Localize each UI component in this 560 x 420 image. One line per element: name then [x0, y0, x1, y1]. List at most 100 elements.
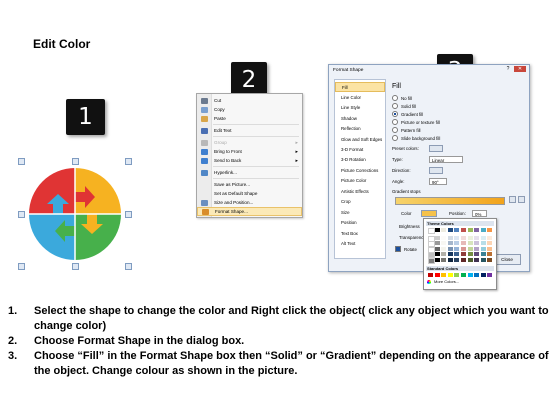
nav-reflection[interactable]: Reflection	[335, 124, 385, 134]
resize-handle[interactable]	[125, 158, 132, 165]
nav-fill[interactable]: Fill	[335, 82, 385, 93]
color-swatch[interactable]	[447, 257, 453, 262]
color-swatch[interactable]	[434, 235, 440, 240]
standard-color-swatch[interactable]	[441, 273, 447, 277]
menu-item-paste[interactable]: Paste	[197, 114, 302, 123]
color-swatch[interactable]	[447, 252, 453, 256]
selected-shape[interactable]	[18, 158, 132, 270]
color-swatch[interactable]	[480, 257, 486, 262]
menu-item-edit-text[interactable]: Edit Text	[197, 126, 302, 135]
menu-item-copy[interactable]: Copy	[197, 105, 302, 114]
color-swatch[interactable]	[441, 228, 447, 232]
color-swatch[interactable]	[434, 246, 440, 251]
color-swatch[interactable]	[487, 252, 493, 256]
color-swatch[interactable]	[434, 228, 440, 232]
nav-glow[interactable]: Glow and Soft Edges	[335, 135, 385, 145]
color-swatch[interactable]	[474, 228, 480, 232]
menu-item-hyperlink[interactable]: Hyperlink...	[197, 168, 302, 177]
puzzle-circle-graphic[interactable]	[20, 160, 130, 268]
color-swatch[interactable]	[474, 257, 480, 262]
type-select[interactable]: Linear	[429, 156, 463, 163]
color-swatch[interactable]	[480, 235, 486, 240]
menu-item-send-to-back[interactable]: Send to Back ▸	[197, 156, 302, 165]
color-swatch[interactable]	[474, 246, 480, 251]
nav-size[interactable]: Size	[335, 208, 385, 218]
color-swatch[interactable]	[441, 252, 447, 256]
color-swatch[interactable]	[447, 246, 453, 251]
standard-color-swatch[interactable]	[428, 273, 433, 277]
no-fill-option[interactable]: No fill	[392, 95, 412, 101]
resize-handle[interactable]	[72, 263, 79, 270]
standard-color-swatch[interactable]	[447, 273, 453, 277]
color-swatch[interactable]	[467, 252, 473, 256]
resize-handle[interactable]	[125, 263, 132, 270]
color-swatch[interactable]	[461, 235, 466, 240]
resize-handle[interactable]	[18, 263, 25, 270]
nav-line-style[interactable]: Line Style	[335, 103, 385, 113]
color-swatch[interactable]	[474, 241, 480, 245]
color-swatch[interactable]	[434, 241, 440, 245]
standard-color-swatch[interactable]	[480, 273, 486, 277]
menu-item-format-shape[interactable]: Format Shape...	[197, 207, 302, 216]
color-swatch[interactable]	[487, 241, 493, 245]
color-swatch[interactable]	[461, 241, 466, 245]
color-swatch[interactable]	[467, 246, 473, 251]
color-swatch[interactable]	[454, 252, 460, 256]
help-button[interactable]: ?	[504, 66, 512, 72]
color-swatch[interactable]	[467, 228, 473, 232]
standard-color-swatch[interactable]	[454, 273, 460, 277]
color-swatch[interactable]	[454, 235, 460, 240]
nav-alt-text[interactable]: Alt Text	[335, 239, 385, 249]
color-swatch[interactable]	[434, 252, 440, 256]
color-swatch[interactable]	[467, 241, 473, 245]
nav-line-color[interactable]: Line Color	[335, 93, 385, 103]
gradient-fill-option[interactable]: Gradient fill	[392, 111, 423, 117]
menu-item-bring-to-front[interactable]: Bring to Front ▸	[197, 147, 302, 156]
position-input[interactable]: 0%	[472, 210, 487, 217]
color-swatch[interactable]	[461, 246, 466, 251]
resize-handle[interactable]	[18, 158, 25, 165]
color-swatch[interactable]	[454, 257, 460, 262]
color-swatch[interactable]	[474, 235, 480, 240]
color-swatch[interactable]	[434, 257, 440, 262]
color-picker-button[interactable]	[421, 210, 437, 217]
more-colors-link[interactable]: More Colors...	[434, 279, 459, 284]
direction-button[interactable]	[429, 167, 443, 174]
resize-handle[interactable]	[125, 211, 132, 218]
color-swatch[interactable]	[447, 235, 453, 240]
color-swatch[interactable]	[480, 241, 486, 245]
color-swatch[interactable]	[447, 241, 453, 245]
remove-stop-button[interactable]	[518, 196, 525, 203]
menu-item-cut[interactable]: Cut	[197, 96, 302, 105]
solid-fill-option[interactable]: Solid fill	[392, 103, 416, 109]
close-button[interactable]: Close	[493, 254, 521, 265]
color-swatch[interactable]	[467, 235, 473, 240]
standard-color-swatch[interactable]	[467, 273, 473, 277]
color-swatch[interactable]	[461, 228, 466, 232]
color-swatch[interactable]	[441, 235, 447, 240]
color-swatch[interactable]	[461, 252, 466, 256]
menu-item-size-and-position[interactable]: Size and Position...	[197, 198, 302, 207]
nav-crop[interactable]: Crop	[335, 197, 385, 207]
color-swatch[interactable]	[454, 246, 460, 251]
angle-input[interactable]: 90°	[429, 178, 447, 185]
standard-color-swatch[interactable]	[474, 273, 480, 277]
picture-fill-option[interactable]: Picture or texture fill	[392, 119, 440, 125]
color-swatch[interactable]	[480, 228, 486, 232]
color-swatch[interactable]	[487, 257, 493, 262]
nav-shadow[interactable]: Shadow	[335, 114, 385, 124]
preset-colors-button[interactable]	[429, 145, 443, 152]
slide-background-fill-option[interactable]: Slide background fill	[392, 135, 440, 141]
nav-artistic-effects[interactable]: Artistic Effects	[335, 187, 385, 197]
close-icon[interactable]: ✕	[514, 66, 526, 72]
color-swatch[interactable]	[487, 228, 493, 232]
standard-color-swatch[interactable]	[434, 273, 440, 277]
color-swatch[interactable]	[467, 257, 473, 262]
color-swatch[interactable]	[454, 241, 460, 245]
nav-position[interactable]: Position	[335, 218, 385, 228]
rotate-checkbox[interactable]: Rotate	[395, 246, 417, 252]
standard-color-swatch[interactable]	[487, 273, 493, 277]
nav-text-box[interactable]: Text Box	[335, 229, 385, 239]
color-swatch[interactable]	[480, 246, 486, 251]
pattern-fill-option[interactable]: Pattern fill	[392, 127, 421, 133]
